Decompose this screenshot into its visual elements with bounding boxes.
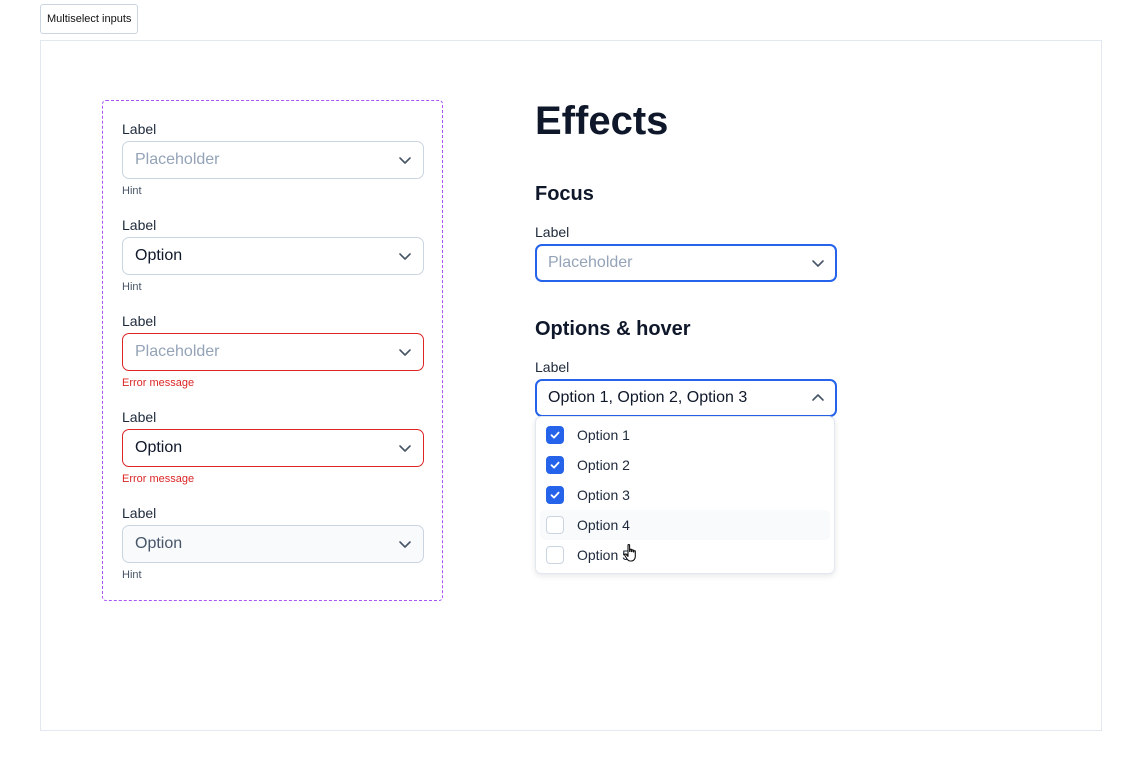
- option-item-4[interactable]: Option 4: [540, 510, 830, 540]
- check-icon: [550, 431, 560, 439]
- checkbox-checked[interactable]: [546, 426, 564, 444]
- option-label: Option 4: [577, 517, 630, 533]
- error-message: Error message: [122, 473, 195, 485]
- chevron-up-icon: [812, 394, 824, 401]
- field-hint: Hint: [122, 281, 142, 293]
- canvas-frame: Label Placeholder Hint Label Option Hint…: [40, 40, 1102, 731]
- variants-group: Label Placeholder Hint Label Option Hint…: [102, 100, 443, 601]
- field-label: Label: [535, 224, 570, 240]
- chevron-down-icon: [399, 445, 411, 452]
- multiselect-input[interactable]: Option: [122, 429, 424, 467]
- field-label: Label: [122, 217, 157, 233]
- option-label: Option 1: [577, 427, 630, 443]
- options-dropdown: Option 1 Option 2 Option 3 Option 4 Opti…: [535, 416, 835, 574]
- options-hover-heading: Options & hover: [535, 318, 691, 340]
- option-label: Option 3: [577, 487, 630, 503]
- multiselect-input[interactable]: Option: [122, 237, 424, 275]
- checkbox-checked[interactable]: [546, 486, 564, 504]
- pointer-hand-cursor-icon: [623, 544, 636, 562]
- selected-value: Option: [135, 535, 183, 552]
- checkbox-unchecked[interactable]: [546, 546, 564, 564]
- page-title: Effects: [535, 99, 669, 143]
- multiselect-input-disabled: Option: [122, 525, 424, 563]
- placeholder-text: Placeholder: [135, 151, 220, 168]
- selected-value: Option 1, Option 2, Option 3: [548, 389, 748, 406]
- option-label: Option 2: [577, 457, 630, 473]
- chevron-down-icon: [399, 157, 411, 164]
- chevron-down-icon: [399, 253, 411, 260]
- option-item-1[interactable]: Option 1: [540, 420, 830, 450]
- placeholder-text: Placeholder: [135, 343, 220, 360]
- multiselect-field-disabled: Label Option Hint: [122, 504, 424, 582]
- option-item-5[interactable]: Option 5: [540, 540, 830, 570]
- multiselect-input-open[interactable]: Option 1, Option 2, Option 3: [535, 379, 837, 417]
- check-icon: [550, 461, 560, 469]
- chevron-down-icon: [399, 349, 411, 356]
- field-hint: Hint: [122, 185, 142, 197]
- multiselect-input[interactable]: Placeholder: [122, 333, 424, 371]
- field-hint: Hint: [122, 569, 142, 581]
- chevron-down-icon: [399, 541, 411, 548]
- option-item-2[interactable]: Option 2: [540, 450, 830, 480]
- multiselect-input[interactable]: Placeholder: [122, 141, 424, 179]
- checkbox-checked[interactable]: [546, 456, 564, 474]
- chevron-down-icon: [812, 260, 824, 267]
- field-label: Label: [122, 313, 157, 329]
- check-icon: [550, 491, 560, 499]
- multiselect-field-default-empty: Label Placeholder Hint: [122, 120, 424, 198]
- option-label: Option 5: [577, 547, 630, 563]
- multiselect-field-default-filled: Label Option Hint: [122, 216, 424, 294]
- placeholder-text: Placeholder: [548, 254, 633, 271]
- multiselect-field-error-empty: Label Placeholder Error message: [122, 312, 424, 390]
- field-label: Label: [122, 121, 157, 137]
- checkbox-unchecked[interactable]: [546, 516, 564, 534]
- multiselect-field-focus: Label Placeholder: [535, 223, 837, 282]
- field-label: Label: [122, 409, 157, 425]
- focus-heading: Focus: [535, 183, 594, 205]
- option-item-3[interactable]: Option 3: [540, 480, 830, 510]
- multiselect-input-focused[interactable]: Placeholder: [535, 244, 837, 282]
- selected-value: Option: [135, 439, 183, 456]
- field-label: Label: [535, 359, 570, 375]
- field-label: Label: [122, 505, 157, 521]
- tab-multiselect-inputs[interactable]: Multiselect inputs: [40, 4, 139, 34]
- error-message: Error message: [122, 377, 195, 389]
- selected-value: Option: [135, 247, 183, 264]
- multiselect-field-open: Label Option 1, Option 2, Option 3: [535, 358, 837, 417]
- multiselect-field-error-filled: Label Option Error message: [122, 408, 424, 486]
